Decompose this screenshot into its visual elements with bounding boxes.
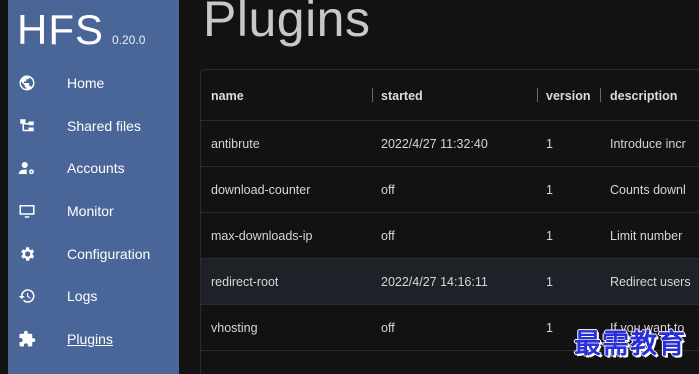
column-separator[interactable] [372, 88, 373, 102]
sidebar-item-label: Shared files [67, 117, 141, 134]
page-title: Plugins [203, 0, 371, 47]
app-version: 0.20.0 [112, 33, 146, 47]
sidebar-item-monitor[interactable]: Monitor [8, 190, 179, 233]
cell-name: antibrute [211, 137, 260, 151]
cell-version: 1 [546, 275, 553, 289]
sidebar-item-home[interactable]: Home [8, 62, 179, 105]
table-row[interactable]: download-counter off 1 Counts downl [201, 167, 699, 213]
sidebar-item-label: Logs [67, 288, 98, 305]
cell-description: Counts downl [610, 183, 686, 197]
sidebar-item-configuration[interactable]: Configuration [8, 232, 179, 275]
cell-started: off [381, 321, 395, 335]
puzzle-icon [17, 329, 37, 349]
sidebar-item-label: Accounts [67, 160, 125, 177]
sidebar-item-logs[interactable]: Logs [8, 275, 179, 318]
cell-version: 1 [546, 183, 553, 197]
sidebar-item-label: Plugins [67, 330, 113, 347]
cell-name: download-counter [211, 183, 311, 197]
column-header-started[interactable]: started [381, 70, 423, 121]
sidebar-nav: Home Shared files Accounts Monitor Confi… [8, 62, 179, 360]
table-row[interactable]: max-downloads-ip off 1 Limit number [201, 213, 699, 259]
sidebar: HFS 0.20.0 Home Shared files Accounts Mo… [8, 0, 179, 374]
monitor-icon [17, 201, 37, 221]
sidebar-item-label: Monitor [67, 203, 114, 220]
history-icon [17, 286, 37, 306]
user-gear-icon [17, 158, 37, 178]
cell-name: max-downloads-ip [211, 229, 313, 243]
column-separator[interactable] [600, 88, 601, 102]
cell-version: 1 [546, 321, 553, 335]
cell-started: off [381, 229, 395, 243]
sidebar-item-accounts[interactable]: Accounts [8, 147, 179, 190]
brand: HFS 0.20.0 [17, 6, 145, 58]
cell-description: Redirect users [610, 275, 691, 289]
sidebar-item-label: Home [67, 75, 105, 92]
watermark: 最需教育 [574, 329, 686, 360]
app-name: HFS [17, 6, 104, 53]
folder-tree-icon [17, 116, 37, 136]
column-separator[interactable] [537, 88, 538, 102]
gear-icon [17, 244, 37, 264]
cell-name: redirect-root [211, 275, 279, 289]
cell-started: 2022/4/27 14:16:11 [381, 275, 488, 289]
sidebar-item-shared-files[interactable]: Shared files [8, 105, 179, 148]
cell-started: off [381, 183, 395, 197]
cell-name: vhosting [211, 321, 258, 335]
sidebar-item-plugins[interactable]: Plugins [8, 318, 179, 361]
cell-version: 1 [546, 229, 553, 243]
table-header: name started version description [201, 70, 699, 121]
table-row[interactable]: redirect-root 2022/4/27 14:16:11 1 Redir… [201, 259, 699, 305]
column-header-name[interactable]: name [211, 70, 244, 121]
column-header-description[interactable]: description [610, 70, 677, 121]
globe-icon [17, 73, 37, 93]
cell-version: 1 [546, 137, 553, 151]
sidebar-item-label: Configuration [67, 245, 151, 262]
column-header-version[interactable]: version [546, 70, 590, 121]
cell-description: Limit number [610, 229, 683, 243]
table-row[interactable]: antibrute 2022/4/27 11:32:40 1 Introduce… [201, 121, 699, 167]
cell-description: Introduce incr [610, 137, 686, 151]
cell-started: 2022/4/27 11:32:40 [381, 137, 488, 151]
app-window: HFS 0.20.0 Home Shared files Accounts Mo… [0, 0, 699, 374]
